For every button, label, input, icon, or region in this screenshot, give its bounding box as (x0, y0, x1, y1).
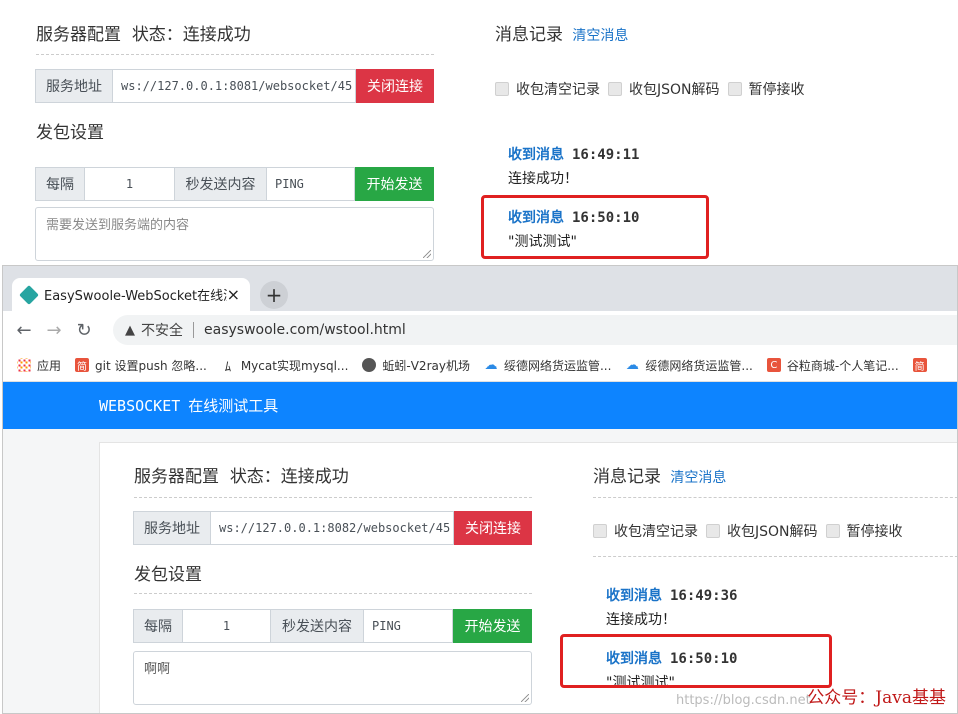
new-tab-button[interactable]: + (260, 281, 288, 309)
clear-messages-link[interactable]: 清空消息 (670, 470, 726, 486)
url-text: easyswoole.com/wstool.html (204, 322, 406, 338)
browser-window: EasySwoole-WebSocket在线测 × + ← → ↻ ▲ 不安全 … (2, 265, 958, 714)
log-message: 收到消息 16:49:36 连接成功！ (606, 588, 738, 628)
browser-toolbar: ← → ↻ ▲ 不安全 easyswoole.com/wstool.html (3, 311, 957, 349)
send-content-textarea[interactable]: 啊啊 (133, 651, 532, 705)
not-secure-label: 不安全 (141, 323, 183, 339)
mycat-icon: ﾑ (224, 359, 232, 375)
brand-text: 在线测试工具 (188, 397, 279, 415)
bookmarks-bar: 应用 简 git 设置push 忽略... ﾑ Mycat实现mysql... 蚯蚓… (3, 349, 957, 382)
page-header: WEBSOCKET 在线测试工具 (3, 382, 957, 429)
checkbox[interactable] (495, 82, 509, 96)
option-json-decode[interactable]: 收包JSON解码 (706, 521, 818, 541)
bookmark-item[interactable]: ﾑ Mycat实现mysql... (221, 357, 349, 375)
log-options: 收包清空记录 收包JSON解码 暂停接收 (495, 79, 813, 99)
checkbox[interactable] (608, 82, 622, 96)
checkbox[interactable] (825, 524, 840, 538)
jian-icon: 简 (75, 358, 90, 373)
brand-mono: WEBSOCKET (99, 396, 181, 415)
tab-bar: EasySwoole-WebSocket在线测 × + (3, 266, 957, 311)
log-message: 收到消息 16:49:11 连接成功！ (508, 147, 640, 187)
ping-input[interactable]: PING (267, 167, 355, 201)
send-settings-heading: 发包设置 (36, 123, 104, 143)
tab-close-icon[interactable]: × (227, 285, 240, 304)
c-icon: C (766, 358, 781, 372)
globe-icon (362, 358, 377, 372)
bookmark-item[interactable]: ☁ 绥德网络货运监管... (484, 357, 611, 374)
server-config-heading: 服务器配置 状态：连接成功 (134, 467, 349, 487)
start-send-button[interactable]: 开始发送 (355, 167, 434, 201)
browser-tab[interactable]: EasySwoole-WebSocket在线测 × (12, 278, 250, 311)
interval-input[interactable]: 1 (85, 167, 175, 201)
back-arrow-icon[interactable]: ← (9, 320, 39, 341)
top-panel: 服务器配置 状态：连接成功 服务地址 ws://127.0.0.1:8081/w… (0, 0, 958, 265)
server-config-heading: 服务器配置 状态：连接成功 (36, 25, 251, 45)
close-connection-button[interactable]: 关闭连接 (454, 511, 532, 545)
address-label: 服务地址 (133, 511, 211, 545)
send-group: 每隔 1 秒发送内容 PING 开始发送 (35, 167, 434, 201)
resize-grip-icon[interactable] (521, 694, 529, 702)
send-settings-heading: 发包设置 (134, 565, 202, 585)
bookmark-item[interactable]: 蚯蚓-V2ray机场 (362, 357, 470, 374)
option-clear-on-receive[interactable]: 收包清空记录 (495, 79, 600, 99)
address-input[interactable]: ws://127.0.0.1:8081/websocket/45 (113, 69, 356, 103)
divider (134, 593, 532, 594)
option-clear-on-receive[interactable]: 收包清空记录 (593, 521, 698, 541)
tab-title: EasySwoole-WebSocket在线测 (44, 289, 227, 304)
every-label: 每隔 (35, 167, 85, 201)
message-log-heading: 消息记录 清空消息 (593, 467, 727, 487)
checkbox[interactable] (727, 82, 742, 96)
highlight-box (560, 634, 832, 688)
address-bar[interactable]: ▲ 不安全 easyswoole.com/wstool.html (113, 315, 957, 345)
log-options: 收包清空记录 收包JSON解码 暂停接收 (593, 521, 911, 541)
bookmark-item[interactable]: ☁ 绥德网络货运监管... (625, 357, 753, 374)
interval-input[interactable]: 1 (183, 609, 271, 643)
apps-grid-icon (17, 358, 31, 372)
forward-arrow-icon[interactable]: → (39, 320, 69, 341)
divider (134, 497, 532, 498)
page-content: 服务器配置 状态：连接成功 服务地址 ws://127.0.0.1:8082/w… (3, 429, 957, 713)
omnibox-separator (193, 322, 194, 338)
cloud-icon: ☁ (625, 357, 639, 373)
send-group: 每隔 1 秒发送内容 PING 开始发送 (133, 609, 532, 643)
easyswoole-favicon-icon (19, 284, 39, 305)
tool-card: 服务器配置 状态：连接成功 服务地址 ws://127.0.0.1:8082/w… (99, 442, 957, 713)
message-log-heading: 消息记录 清空消息 (495, 25, 629, 45)
address-group: 服务地址 ws://127.0.0.1:8081/websocket/45 关闭… (35, 69, 434, 103)
option-pause-receive[interactable]: 暂停接收 (825, 521, 903, 541)
resize-grip-icon[interactable] (423, 250, 431, 258)
start-send-button[interactable]: 开始发送 (453, 609, 532, 643)
warning-icon: ▲ (125, 322, 135, 338)
checkbox[interactable] (706, 524, 720, 538)
send-content-textarea[interactable]: 需要发送到服务端的内容 (35, 207, 434, 261)
cloud-icon: ☁ (484, 357, 498, 373)
divider (593, 556, 957, 557)
bookmark-apps[interactable]: 应用 (17, 357, 61, 374)
checkbox[interactable] (593, 524, 607, 538)
bookmark-item[interactable]: C 谷粒商城-个人笔记... (766, 357, 899, 374)
blog-url-watermark: https://blog.csdn.net (676, 693, 811, 708)
address-input[interactable]: ws://127.0.0.1:8082/websocket/45 (211, 511, 454, 545)
jian-icon: 简 (912, 358, 927, 373)
bookmark-item[interactable]: 简 git 设置push 忽略... (75, 357, 207, 374)
highlight-box (481, 195, 709, 259)
clear-messages-link[interactable]: 清空消息 (572, 28, 628, 44)
option-json-decode[interactable]: 收包JSON解码 (608, 79, 720, 99)
wechat-watermark: 公众号：Java基基 (807, 688, 946, 708)
every-label: 每隔 (133, 609, 183, 643)
address-group: 服务地址 ws://127.0.0.1:8082/websocket/45 关闭… (133, 511, 532, 545)
seconds-send-label: 秒发送内容 (271, 609, 364, 643)
seconds-send-label: 秒发送内容 (175, 167, 267, 201)
connection-status: 状态：连接成功 (229, 467, 349, 487)
option-pause-receive[interactable]: 暂停接收 (727, 79, 805, 99)
ping-input[interactable]: PING (364, 609, 453, 643)
reload-icon[interactable]: ↻ (69, 320, 99, 341)
address-label: 服务地址 (35, 69, 113, 103)
close-connection-button[interactable]: 关闭连接 (356, 69, 434, 103)
bookmark-item[interactable]: 简简 (912, 358, 933, 373)
divider (593, 497, 957, 498)
divider (36, 54, 434, 55)
connection-status: 状态：连接成功 (131, 25, 251, 45)
